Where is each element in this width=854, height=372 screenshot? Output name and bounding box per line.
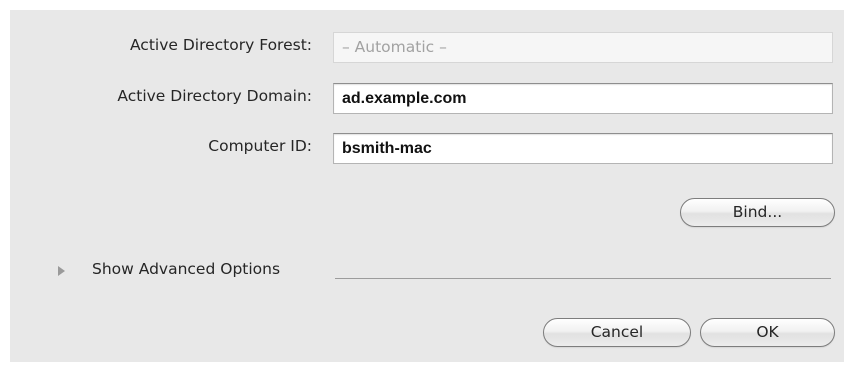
cancel-button[interactable]: Cancel (543, 318, 691, 347)
domain-label: Active Directory Domain: (117, 87, 312, 105)
bind-button[interactable]: Bind... (680, 198, 835, 227)
computer-id-label: Computer ID: (208, 137, 312, 155)
advanced-divider (335, 278, 831, 279)
active-directory-bind-dialog: Active Directory Forest: – Automatic – A… (10, 10, 844, 362)
forest-label: Active Directory Forest: (129, 36, 312, 54)
forest-field[interactable]: – Automatic – (333, 32, 833, 63)
ok-button[interactable]: OK (700, 318, 835, 347)
show-advanced-options-label[interactable]: Show Advanced Options (92, 260, 280, 278)
disclosure-triangle-right-icon[interactable] (58, 266, 65, 276)
computer-id-field[interactable]: bsmith-mac (333, 133, 833, 164)
domain-field[interactable]: ad.example.com (333, 83, 833, 114)
